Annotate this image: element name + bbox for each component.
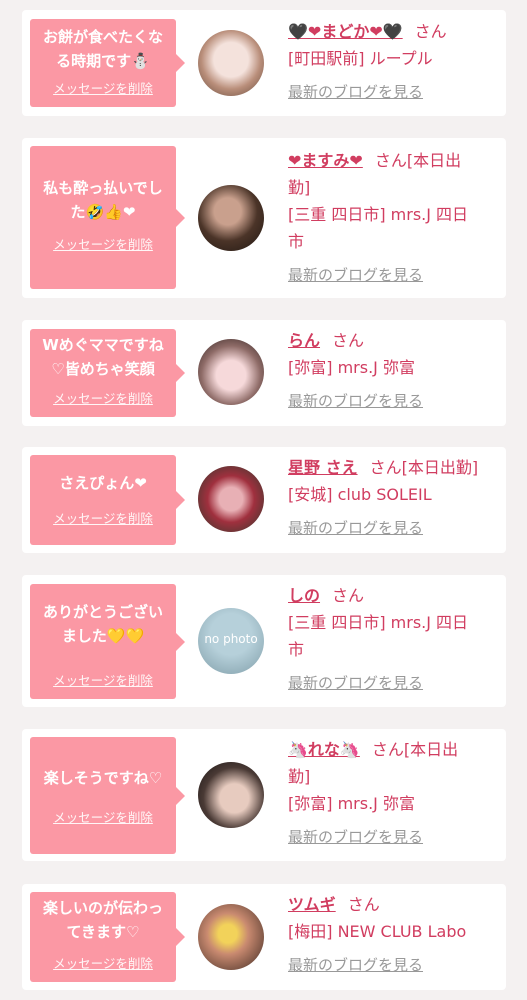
cast-location: 勤] bbox=[288, 178, 311, 197]
cast-name-link[interactable]: ツムギ bbox=[288, 895, 336, 914]
message-text: 私も酔っ払いでし た🤣👍❤ bbox=[43, 179, 163, 221]
delete-message-link[interactable]: メッセージを削除 bbox=[30, 234, 176, 253]
avatar[interactable] bbox=[198, 762, 264, 828]
cast-location: [弥富] mrs.J 弥富 bbox=[288, 358, 415, 377]
message-text: Wめぐママですね ♡皆めちゃ笑顔 bbox=[42, 336, 164, 378]
latest-blog-link[interactable]: 最新のブログを見る bbox=[288, 81, 496, 102]
cast-location: 市 bbox=[288, 640, 305, 659]
cast-location: [町田駅前] ループル bbox=[288, 49, 433, 68]
cast-location: [三重 四日市] mrs.J 四日 bbox=[288, 205, 469, 224]
cast-name-link[interactable]: 🖤❤まどか❤🖤 bbox=[288, 22, 403, 41]
delete-message-link[interactable]: メッセージを削除 bbox=[30, 953, 176, 972]
message-bubble: 楽しそうですね♡ メッセージを削除 bbox=[30, 737, 185, 854]
cast-info: ❤ますみ❤ さん[本日出 勤] [三重 四日市] mrs.J 四日 市 最新のブロ… bbox=[288, 147, 496, 285]
cast-location: [安城] club SOLEIL bbox=[288, 485, 432, 504]
latest-blog-link[interactable]: 最新のブログを見る bbox=[288, 672, 496, 693]
delete-message-link[interactable]: メッセージを削除 bbox=[30, 508, 176, 527]
cast-name-link[interactable]: ❤ますみ❤ bbox=[288, 151, 363, 170]
no-photo-label: no photo bbox=[204, 632, 258, 646]
avatar[interactable] bbox=[198, 185, 264, 251]
avatar[interactable] bbox=[198, 339, 264, 405]
message-card: さえぴょん❤ メッセージを削除 星野 さえ さん[本日出勤] [安城] club … bbox=[22, 447, 506, 553]
message-card: 楽しそうですね♡ メッセージを削除 🦄れな🦄 さん[本日出 勤] [弥富] mrs… bbox=[22, 729, 506, 861]
message-text: ありがとうござい ました💛💛 bbox=[42, 603, 163, 645]
message-bubble: ありがとうござい ました💛💛 メッセージを削除 bbox=[30, 584, 185, 699]
message-bubble: Wめぐママですね ♡皆めちゃ笑顔 メッセージを削除 bbox=[30, 329, 185, 417]
cast-name-link[interactable]: 🦄れな🦄 bbox=[288, 740, 360, 759]
message-text: 楽しそうですね♡ bbox=[43, 769, 163, 787]
latest-blog-link[interactable]: 最新のブログを見る bbox=[288, 390, 496, 411]
cast-info: らん さん [弥富] mrs.J 弥富 最新のブログを見る bbox=[288, 327, 496, 411]
cast-location: 勤] bbox=[288, 767, 311, 786]
cast-name-link[interactable]: 星野 さえ bbox=[288, 458, 358, 477]
delete-message-link[interactable]: メッセージを削除 bbox=[30, 670, 176, 689]
delete-message-link[interactable]: メッセージを削除 bbox=[30, 807, 176, 826]
message-bubble: さえぴょん❤ メッセージを削除 bbox=[30, 455, 185, 545]
latest-blog-link[interactable]: 最新のブログを見る bbox=[288, 517, 496, 538]
message-bubble: 楽しいのが伝わっ てきます♡ メッセージを削除 bbox=[30, 892, 185, 982]
cast-info: 🦄れな🦄 さん[本日出 勤] [弥富] mrs.J 弥富 最新のブログを見る bbox=[288, 736, 496, 847]
message-card: お餅が食べたくな る時期です⛄ メッセージを削除 🖤❤まどか❤🖤 さん [町田駅前… bbox=[22, 10, 506, 116]
cast-location: 市 bbox=[288, 232, 305, 251]
delete-message-link[interactable]: メッセージを削除 bbox=[30, 388, 176, 407]
cast-location: [三重 四日市] mrs.J 四日 bbox=[288, 613, 469, 632]
message-text: お餅が食べたくな る時期です⛄ bbox=[42, 28, 163, 70]
latest-blog-link[interactable]: 最新のブログを見る bbox=[288, 954, 496, 975]
message-card: 楽しいのが伝わっ てきます♡ メッセージを削除 ツムギ さん [梅田] NEW C… bbox=[22, 884, 506, 990]
avatar[interactable] bbox=[198, 30, 264, 96]
cast-location: [梅田] NEW CLUB Labo bbox=[288, 922, 467, 941]
message-bubble: 私も酔っ払いでし た🤣👍❤ メッセージを削除 bbox=[30, 146, 185, 289]
message-card: 私も酔っ払いでし た🤣👍❤ メッセージを削除 ❤ますみ❤ さん[本日出 勤] [三… bbox=[22, 138, 506, 298]
avatar[interactable] bbox=[198, 466, 264, 532]
cast-location: [弥富] mrs.J 弥富 bbox=[288, 794, 415, 813]
latest-blog-link[interactable]: 最新のブログを見る bbox=[288, 826, 496, 847]
avatar[interactable]: no photo bbox=[198, 608, 264, 674]
avatar[interactable] bbox=[198, 904, 264, 970]
message-text: さえぴょん❤ bbox=[59, 474, 147, 492]
message-card: ありがとうござい ました💛💛 メッセージを削除 no photo しの さん [三… bbox=[22, 575, 506, 707]
cast-name-link[interactable]: しの bbox=[288, 586, 320, 605]
delete-message-link[interactable]: メッセージを削除 bbox=[30, 78, 176, 97]
message-bubble: お餅が食べたくな る時期です⛄ メッセージを削除 bbox=[30, 19, 185, 107]
cast-info: ツムギ さん [梅田] NEW CLUB Labo 最新のブログを見る bbox=[288, 891, 496, 975]
cast-info: しの さん [三重 四日市] mrs.J 四日 市 最新のブログを見る bbox=[288, 582, 496, 693]
cast-info: 星野 さえ さん[本日出勤] [安城] club SOLEIL 最新のブログを見る bbox=[288, 454, 496, 538]
message-text: 楽しいのが伝わっ てきます♡ bbox=[42, 899, 163, 941]
cast-name-link[interactable]: らん bbox=[288, 331, 320, 350]
message-card: Wめぐママですね ♡皆めちゃ笑顔 メッセージを削除 らん さん [弥富] mrs.… bbox=[22, 320, 506, 426]
cast-info: 🖤❤まどか❤🖤 さん [町田駅前] ループル 最新のブログを見る bbox=[288, 18, 496, 102]
latest-blog-link[interactable]: 最新のブログを見る bbox=[288, 264, 496, 285]
